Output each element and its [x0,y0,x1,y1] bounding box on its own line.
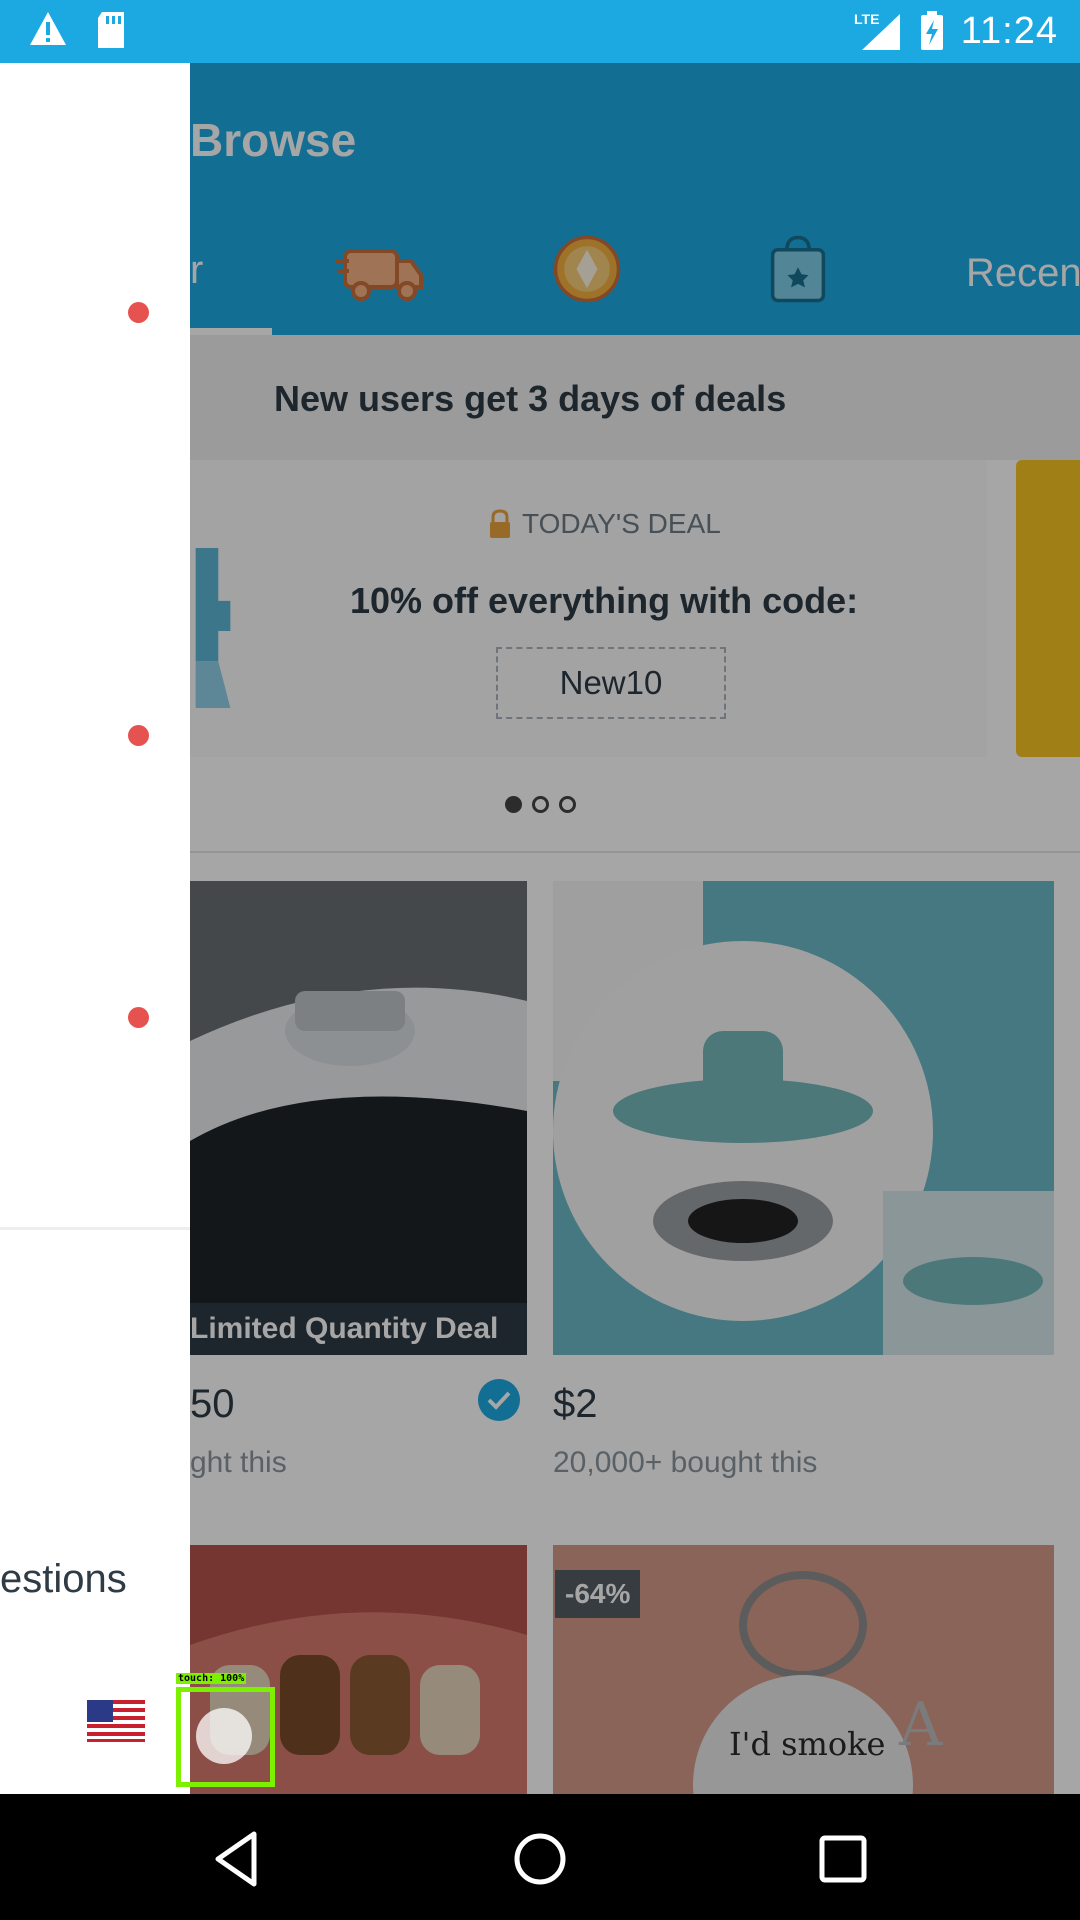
us-flag-icon[interactable] [87,1700,145,1742]
signal-icon: LTE [854,11,900,50]
recents-icon[interactable] [808,1824,878,1894]
battery-charging-icon [921,11,943,50]
notification-dot-1 [128,302,149,323]
status-bar: LTE 11:24 [0,0,1080,63]
sd-card-icon [98,12,124,48]
network-type: LTE [854,11,879,27]
navigation-bar [0,1794,1080,1920]
warning-icon [30,12,66,45]
touch-indicator-label: touch: 100% [176,1673,247,1684]
notification-dot-2 [128,725,149,746]
back-icon[interactable] [202,1824,272,1894]
navigation-drawer: estions [0,63,190,1794]
drawer-item-questions[interactable]: estions [0,1557,127,1602]
clock: 11:24 [960,10,1058,52]
touch-indicator-dot [196,1708,252,1764]
drawer-divider [0,1227,190,1230]
home-icon[interactable] [505,1824,575,1894]
notification-dot-3 [128,1007,149,1028]
